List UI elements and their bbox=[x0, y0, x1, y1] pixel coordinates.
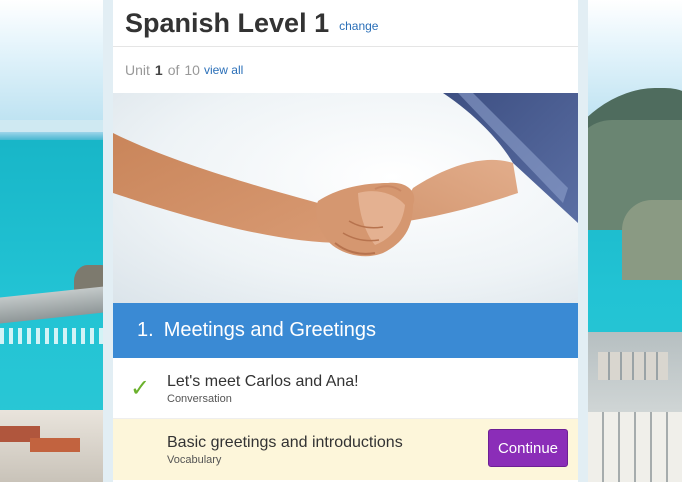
unit-label: Unit bbox=[125, 62, 150, 78]
background-scenery-left bbox=[0, 0, 104, 482]
course-panel: Spanish Level 1 change Unit 1 of 10 view… bbox=[113, 0, 578, 482]
course-card: Spanish Level 1 change Unit 1 of 10 view… bbox=[103, 0, 588, 482]
background-scenery-right bbox=[588, 0, 682, 482]
change-course-link[interactable]: change bbox=[339, 19, 378, 33]
view-all-units-link[interactable]: view all bbox=[204, 63, 243, 77]
unit-of-label: of bbox=[167, 62, 180, 78]
course-header: Spanish Level 1 change bbox=[113, 0, 578, 47]
lesson-item-current[interactable]: Basic greetings and introductions Vocabu… bbox=[113, 419, 578, 480]
unit-total-number: 10 bbox=[184, 62, 200, 78]
check-icon: ✓ bbox=[129, 374, 151, 402]
unit-hero-image bbox=[113, 93, 578, 303]
unit-current-number: 1 bbox=[154, 62, 163, 78]
course-title: Spanish Level 1 bbox=[125, 8, 330, 38]
unit-number: 1. bbox=[137, 319, 154, 341]
unit-title-banner: 1. Meetings and Greetings bbox=[113, 303, 578, 358]
unit-title: Meetings and Greetings bbox=[163, 319, 377, 341]
continue-button[interactable]: Continue bbox=[488, 429, 568, 467]
lesson-title: Let's meet Carlos and Ana! bbox=[167, 372, 359, 390]
lesson-item-completed[interactable]: ✓ Let's meet Carlos and Ana! Conversatio… bbox=[113, 358, 578, 419]
unit-navigation: Unit 1 of 10 view all bbox=[113, 47, 578, 93]
lesson-type: Conversation bbox=[167, 392, 232, 405]
handshake-illustration bbox=[113, 93, 578, 257]
